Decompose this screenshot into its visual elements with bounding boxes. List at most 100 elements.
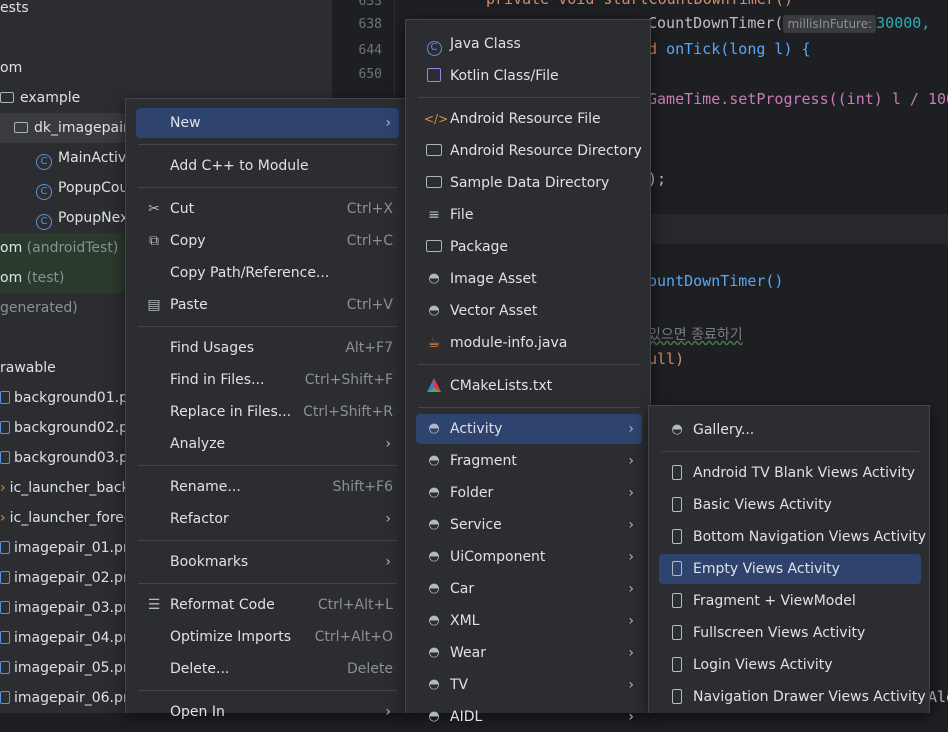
phone-icon: [667, 586, 687, 616]
chevron-right-icon: ›: [628, 549, 634, 565]
menu-label: CMakeLists.txt: [450, 378, 553, 394]
menu-item-delete[interactable]: Delete... Delete: [136, 654, 399, 684]
java-class-icon: C: [424, 29, 444, 59]
tree-label: dk_imagepair: [34, 120, 129, 136]
menu-shortcut: Ctrl+X: [346, 201, 393, 217]
menu-item-new[interactable]: New ›: [136, 108, 399, 138]
menu-item-open-in[interactable]: Open In ›: [136, 697, 399, 727]
menu-shortcut: Ctrl+Alt+L: [317, 597, 393, 613]
menu-item-copy-path[interactable]: Copy Path/Reference...: [136, 258, 399, 288]
menu-item-bookmarks[interactable]: Bookmarks ›: [136, 547, 399, 577]
menu-item-service[interactable]: ◓ Service ›: [416, 510, 642, 540]
tree-row[interactable]: imagepair_05.png: [0, 653, 141, 683]
tree-row[interactable]: C MainActivi: [36, 143, 130, 173]
tree-row[interactable]: C PopupNex: [36, 203, 128, 233]
menu-item-basic-activity[interactable]: Basic Views Activity: [659, 490, 921, 520]
menu-item-vector-asset[interactable]: ◓ Vector Asset: [416, 296, 642, 326]
tree-row[interactable]: imagepair_03.png: [0, 593, 141, 623]
android-icon: ◓: [428, 709, 440, 724]
menu-item-java-class[interactable]: C Java Class: [416, 29, 642, 59]
menu-item-refactor[interactable]: Refactor ›: [136, 504, 399, 534]
tree-row[interactable]: example: [0, 83, 80, 113]
menu-label: Activity: [450, 421, 503, 437]
menu-item-add-cpp[interactable]: Add C++ to Module: [136, 151, 399, 181]
menu-item-aidl[interactable]: ◓ AIDL ›: [416, 702, 642, 732]
menu-item-file[interactable]: ≡ File: [416, 200, 642, 230]
android-icon: ◓: [428, 485, 440, 500]
menu-label: Find in Files...: [170, 372, 265, 388]
menu-shortcut: Shift+F6: [332, 479, 393, 495]
tree-label: ests: [0, 0, 29, 16]
menu-item-package[interactable]: Package: [416, 232, 642, 262]
tree-row[interactable]: background02.png: [0, 413, 146, 443]
tree-row[interactable]: imagepair_04.png: [0, 623, 141, 653]
menu-label: AIDL: [450, 709, 483, 725]
menu-label: Cut: [170, 201, 195, 217]
menu-item-bottom-nav-activity[interactable]: Bottom Navigation Views Activity: [659, 522, 926, 552]
package-icon: [14, 122, 28, 133]
menu-label: Android Resource Directory: [450, 143, 642, 159]
code-line: ull): [648, 350, 685, 368]
menu-shortcut: Ctrl+V: [346, 297, 393, 313]
menu-item-copy[interactable]: ⧉ Copy Ctrl+C: [136, 226, 399, 256]
menu-label: Refactor: [170, 511, 229, 527]
menu-item-nav-drawer-activity[interactable]: Navigation Drawer Views Activity: [659, 682, 926, 712]
tree-row[interactable]: rawable: [0, 353, 56, 383]
menu-item-activity[interactable]: ◓ Activity ›: [416, 414, 642, 444]
tree-row[interactable]: › ic_launcher_foregr: [0, 503, 139, 533]
tree-row[interactable]: background03.png: [0, 443, 146, 473]
menu-item-replace-in-files[interactable]: Replace in Files... Ctrl+Shift+R: [136, 397, 399, 427]
tree-row[interactable]: imagepair_06.png: [0, 683, 141, 713]
menu-item-find-in-files[interactable]: Find in Files... Ctrl+Shift+F: [136, 365, 399, 395]
menu-label: Rename...: [170, 479, 241, 495]
menu-item-resource-file[interactable]: </> Android Resource File: [416, 104, 642, 134]
menu-item-optimize-imports[interactable]: Optimize Imports Ctrl+Alt+O: [136, 622, 399, 652]
menu-item-uicomponent[interactable]: ◓ UiComponent ›: [416, 542, 642, 572]
menu-item-resource-directory[interactable]: Android Resource Directory: [416, 136, 642, 166]
menu-item-folder[interactable]: ◓ Folder ›: [416, 478, 642, 508]
tree-row[interactable]: imagepair_01.png: [0, 533, 141, 563]
menu-item-reformat[interactable]: ☰ Reformat Code Ctrl+Alt+L: [136, 590, 399, 620]
menu-item-login-activity[interactable]: Login Views Activity: [659, 650, 921, 680]
tree-row[interactable]: ests: [0, 0, 29, 23]
menu-item-image-asset[interactable]: ◓ Image Asset: [416, 264, 642, 294]
menu-item-paste[interactable]: ▤ Paste Ctrl+V: [136, 290, 399, 320]
menu-item-gallery[interactable]: ◓ Gallery...: [659, 415, 921, 445]
image-file-icon: [0, 391, 10, 404]
menu-item-wear[interactable]: ◓ Wear ›: [416, 638, 642, 668]
menu-label: Analyze: [170, 436, 226, 452]
tree-row[interactable]: om: [0, 53, 22, 83]
menu-item-rename[interactable]: Rename... Shift+F6: [136, 472, 399, 502]
menu-item-tv-blank-activity[interactable]: Android TV Blank Views Activity: [659, 458, 921, 488]
menu-item-car[interactable]: ◓ Car ›: [416, 574, 642, 604]
tree-label: rawable: [0, 360, 56, 376]
file-icon: ≡: [428, 207, 440, 223]
tree-row[interactable]: generated): [0, 293, 78, 323]
tree-row[interactable]: background01.png: [0, 383, 146, 413]
menu-label: Fullscreen Views Activity: [693, 625, 866, 641]
copy-icon: ⧉: [149, 233, 159, 249]
menu-item-empty-activity[interactable]: Empty Views Activity: [659, 554, 921, 584]
menu-item-cut[interactable]: ✂ Cut Ctrl+X: [136, 194, 399, 224]
menu-item-fullscreen-activity[interactable]: Fullscreen Views Activity: [659, 618, 921, 648]
menu-label: Android Resource File: [450, 111, 601, 127]
menu-label: Bookmarks: [170, 554, 249, 570]
menu-item-xml[interactable]: ◓ XML ›: [416, 606, 642, 636]
image-file-icon: [0, 571, 10, 584]
tree-row[interactable]: › ic_launcher_backg: [0, 473, 139, 503]
menu-item-module-info[interactable]: ☕ module-info.java: [416, 328, 642, 358]
tree-row[interactable]: imagepair_02.png: [0, 563, 141, 593]
code-token: 30000,: [876, 14, 931, 32]
menu-item-fragment[interactable]: ◓ Fragment ›: [416, 446, 642, 476]
context-menu: New › Add C++ to Module ✂ Cut Ctrl+X ⧉ Copy C…: [125, 98, 408, 720]
menu-item-fragment-viewmodel[interactable]: Fragment + ViewModel: [659, 586, 921, 616]
menu-item-tv[interactable]: ◓ TV ›: [416, 670, 642, 700]
menu-item-analyze[interactable]: Analyze ›: [136, 429, 399, 459]
xml-file-icon: ›: [0, 480, 6, 496]
tree-row[interactable]: C PopupCou: [36, 173, 128, 203]
menu-item-kotlin[interactable]: Kotlin Class/File: [416, 61, 642, 91]
menu-item-sample-data-directory[interactable]: Sample Data Directory: [416, 168, 642, 198]
menu-item-find-usages[interactable]: Find Usages Alt+F7: [136, 333, 399, 363]
code-comment: 있으면 종료하기: [648, 327, 743, 343]
menu-item-cmake[interactable]: CMakeLists.txt: [416, 371, 642, 401]
